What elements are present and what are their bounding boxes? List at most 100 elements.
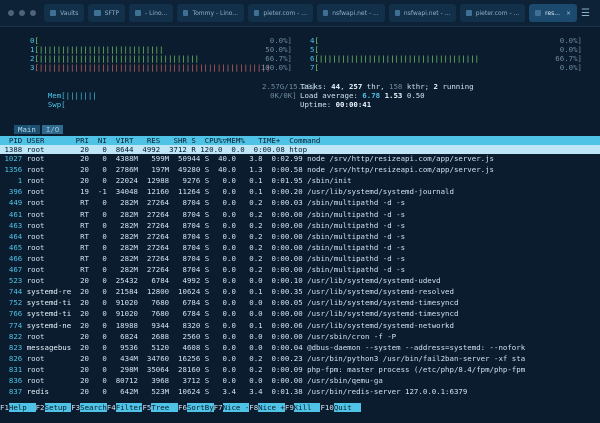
cell-time: 0:00.23: [267, 353, 303, 363]
cell-res: 5120: [142, 342, 170, 352]
process-row[interactable]: 837 redis 20 0 642M 523M 10624 S 3.4 3.4…: [0, 387, 600, 396]
fkey-label[interactable]: Quit: [333, 403, 361, 412]
fkey-f4[interactable]: F4: [107, 403, 116, 412]
fkey-f9[interactable]: F9: [285, 403, 294, 412]
close-tab-icon[interactable]: ×: [566, 10, 571, 17]
process-row[interactable]: 449 root RT 0 282M 27264 8704 S 0.0 0.2 …: [0, 198, 600, 207]
cell-shr: 9276: [173, 176, 201, 186]
fkey-f6[interactable]: F6: [178, 403, 187, 412]
fkey-f1[interactable]: F1: [0, 403, 9, 412]
zoom-window-icon[interactable]: [30, 10, 36, 16]
process-table-header[interactable]: PID USER PRI NI VIRT RES SHR S CPU%▽MEM%…: [0, 136, 600, 145]
process-row[interactable]: 752 systemd-ti 20 0 91020 7680 6784 S 0.…: [0, 298, 600, 307]
process-row[interactable]: 831 root 20 0 298M 35064 28160 S 0.0 0.2…: [0, 365, 600, 374]
fkey-label[interactable]: Search: [80, 403, 107, 412]
fkey-label[interactable]: Nice +: [258, 403, 285, 412]
cell-pid: 823: [0, 342, 23, 352]
cell-ni: 0: [93, 287, 107, 297]
cell-cpu: 0.0: [213, 376, 236, 385]
cell-s: S: [204, 331, 210, 341]
fkey-f3[interactable]: F3: [71, 403, 80, 412]
fkey-label[interactable]: Nice -: [222, 403, 250, 412]
cell-user: root: [26, 220, 72, 230]
cell-shr: 10624: [173, 287, 201, 297]
cpu-meter-0: 0[: [30, 36, 39, 45]
fkey-label[interactable]: Setup: [44, 403, 72, 412]
tab-2[interactable]: - Lino...: [129, 4, 174, 22]
terminal[interactable]: 0[0.0%] 1[|||||||||||||||||||||||||||| 50.…: [0, 26, 600, 423]
swp-meter: Swp[: [30, 91, 66, 118]
cell-res: 27264: [142, 198, 170, 208]
tab-3[interactable]: Tommy - Lino...: [177, 4, 245, 22]
tab-io[interactable]: I/O: [41, 125, 64, 134]
process-row[interactable]: 464 root RT 0 282M 27264 8704 S 0.0 0.2 …: [0, 232, 600, 241]
tab-0[interactable]: Vaults: [44, 4, 85, 22]
process-row[interactable]: 466 root RT 0 282M 27264 8704 S 0.0 0.2 …: [0, 254, 600, 263]
fkey-f5[interactable]: F5: [142, 403, 151, 412]
selected-process-row[interactable]: 1388 root 20 0 8644 4992 3712 R 120.0 0.…: [0, 145, 600, 154]
process-row[interactable]: 766 systemd-ti 20 0 91020 7680 6784 S 0.…: [0, 309, 600, 318]
process-row[interactable]: 826 root 20 0 434M 34760 16256 S 0.0 0.2…: [0, 354, 600, 363]
process-row[interactable]: 774 systemd-ne 20 0 18988 9344 8320 S 0.…: [0, 321, 600, 330]
cell-user: root: [26, 176, 72, 186]
cell-time: 0:02.99: [267, 154, 303, 163]
fkey-f7[interactable]: F7: [214, 403, 223, 412]
cell-pri: RT: [75, 242, 90, 252]
cell-s: S: [204, 187, 210, 197]
cell-pri: RT: [75, 209, 90, 219]
tab-label: Tommy - Lino...: [192, 9, 239, 17]
fkey-label[interactable]: Tree: [151, 403, 179, 412]
process-row[interactable]: 823 messagebus 20 0 9536 5120 4608 S 0.0…: [0, 343, 600, 352]
load-line: Load average: 6.78 1.53 0.50: [300, 91, 425, 100]
cell-res: 9344: [142, 320, 170, 330]
cell-mem: 0.2: [240, 242, 263, 252]
close-window-icon[interactable]: [8, 10, 14, 16]
process-row[interactable]: 396 root 19 -1 34048 12160 11264 S 0.0 0…: [0, 187, 600, 196]
process-row[interactable]: 744 systemd-re 20 0 21584 12800 10624 S …: [0, 287, 600, 296]
cell-shr: 8704: [173, 220, 201, 230]
fkey-f10[interactable]: F10: [320, 403, 333, 412]
process-row[interactable]: 467 root RT 0 282M 27264 8704 S 0.0 0.2 …: [0, 265, 600, 274]
fkey-label[interactable]: Kill: [293, 403, 321, 412]
process-row[interactable]: 465 root RT 0 282M 27264 8704 S 0.0 0.2 …: [0, 243, 600, 252]
tab-6[interactable]: nsfwapi.net - ...: [388, 4, 457, 22]
process-row[interactable]: 1027 root 20 0 4388M 599M 50944 S 40.0 3…: [0, 154, 600, 163]
process-row[interactable]: 822 root 20 0 6824 2688 2560 S 0.0 0.0 0…: [0, 332, 600, 341]
tab-bar: Vaults SFTP - Lino... Tommy - Lino... pieter…: [0, 0, 600, 27]
cell-time: 0:00.58: [267, 165, 303, 175]
cell-user: root: [26, 187, 72, 197]
tab-7[interactable]: pieter.com - ...: [460, 4, 526, 22]
cell-virt: 21584: [111, 287, 138, 297]
cell-user: root: [26, 276, 72, 286]
process-row[interactable]: 1356 root 20 0 2786M 197M 49280 S 40.0 1…: [0, 165, 600, 174]
process-row[interactable]: 461 root RT 0 282M 27264 8704 S 0.0 0.2 …: [0, 210, 600, 219]
process-row[interactable]: 1 root 20 0 22024 12988 9276 S 0.0 0.1 0…: [0, 176, 600, 185]
cpu-bar: [: [314, 63, 319, 72]
tab-8[interactable]: res... ×: [529, 4, 578, 22]
minimize-window-icon[interactable]: [19, 10, 25, 16]
tab-4[interactable]: pieter.com - ...: [248, 4, 313, 22]
fkey-f2[interactable]: F2: [36, 403, 45, 412]
cell-cmd: /sbin/multipathd -d -s: [307, 265, 406, 274]
cell-user: root: [26, 265, 72, 274]
process-row[interactable]: 836 root 20 0 80712 3968 3712 S 0.0 0.0 …: [0, 376, 600, 385]
process-row[interactable]: 523 root 20 0 25432 6784 4992 S 0.0 0.0 …: [0, 276, 600, 285]
fkey-f8[interactable]: F8: [249, 403, 258, 412]
tab-1[interactable]: SFTP: [88, 4, 126, 22]
tab-main[interactable]: Main: [14, 125, 40, 134]
fkey-label[interactable]: Help: [8, 403, 36, 412]
cell-virt: 434M: [111, 353, 138, 363]
cell-virt: 91020: [111, 309, 138, 319]
cell-cmd: /usr/lib/systemd/systemd-journald: [307, 187, 454, 197]
cell-pri: 20: [75, 364, 90, 374]
process-row[interactable]: 463 root RT 0 282M 27264 8704 S 0.0 0.2 …: [0, 221, 600, 230]
menu-icon[interactable]: ☰: [581, 8, 590, 19]
tab-5[interactable]: nsfwapi.net - ...: [316, 4, 385, 22]
cell-virt: 25432: [111, 276, 138, 286]
fkey-label[interactable]: SortBy: [186, 403, 214, 412]
cell-virt: 282M: [111, 198, 138, 208]
fkey-label[interactable]: Filter: [115, 403, 143, 412]
cell-shr: 4992: [173, 276, 201, 286]
cell-shr: 6784: [173, 309, 201, 319]
cell-ni: 0: [93, 364, 107, 374]
